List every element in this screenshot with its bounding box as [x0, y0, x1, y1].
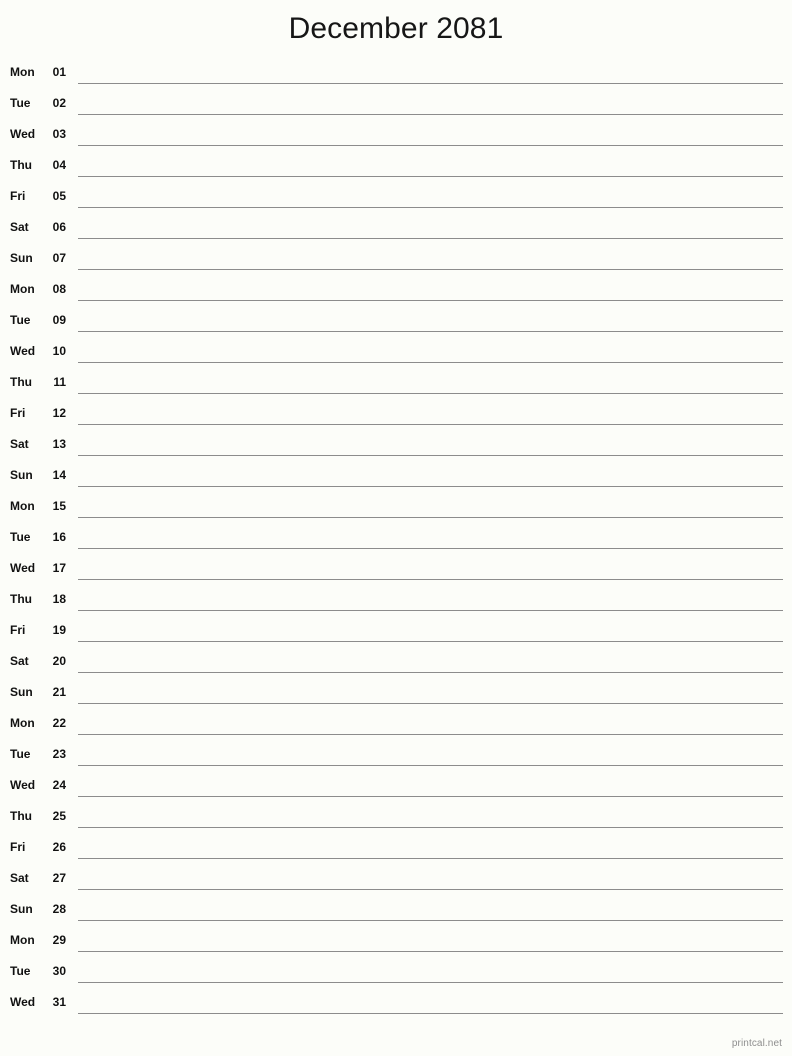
day-number-label: 09	[52, 313, 66, 327]
note-writing-line[interactable]	[78, 269, 783, 270]
table-row[interactable]: Wed 03	[0, 122, 792, 153]
table-row[interactable]: Mon 22	[0, 711, 792, 742]
day-number-label: 25	[52, 809, 66, 823]
table-row[interactable]: Sun 07	[0, 246, 792, 277]
table-row[interactable]: Thu 04	[0, 153, 792, 184]
day-number-label: 10	[52, 344, 66, 358]
table-row[interactable]: Fri 19	[0, 618, 792, 649]
day-number-label: 28	[52, 902, 66, 916]
day-number-label: 11	[53, 375, 66, 389]
note-writing-line[interactable]	[78, 734, 783, 735]
day-number-label: 22	[52, 716, 66, 730]
table-row[interactable]: Mon 15	[0, 494, 792, 525]
table-row[interactable]: Sun 14	[0, 463, 792, 494]
note-writing-line[interactable]	[78, 579, 783, 580]
table-row[interactable]: Sun 28	[0, 897, 792, 928]
table-row[interactable]: Sat 13	[0, 432, 792, 463]
note-writing-line[interactable]	[78, 548, 783, 549]
table-row[interactable]: Sat 20	[0, 649, 792, 680]
note-writing-line[interactable]	[78, 920, 783, 921]
day-number-label: 13	[52, 437, 66, 451]
table-row[interactable]: Wed 31	[0, 990, 792, 1021]
day-number-label: 06	[52, 220, 66, 234]
day-number-label: 20	[52, 654, 66, 668]
note-writing-line[interactable]	[78, 331, 783, 332]
table-row[interactable]: Fri 26	[0, 835, 792, 866]
note-writing-line[interactable]	[78, 393, 783, 394]
note-writing-line[interactable]	[78, 300, 783, 301]
day-row-list: Mon 01 Tue 02 Wed 03 Thu 04 Fri 05 Sat 06 Sun 07 Mon 08…	[0, 60, 792, 1021]
note-writing-line[interactable]	[78, 207, 783, 208]
footer-brand: printcal.net	[731, 1038, 782, 1049]
day-number-label: 24	[52, 778, 66, 792]
day-number-label: 08	[52, 282, 66, 296]
table-row[interactable]: Tue 30	[0, 959, 792, 990]
day-number-label: 31	[52, 995, 66, 1009]
day-number-label: 27	[52, 871, 66, 885]
day-number-label: 23	[52, 747, 66, 761]
note-writing-line[interactable]	[78, 455, 783, 456]
note-writing-line[interactable]	[78, 517, 783, 518]
day-number-label: 14	[52, 468, 66, 482]
day-number-label: 15	[52, 499, 66, 513]
note-writing-line[interactable]	[78, 424, 783, 425]
table-row[interactable]: Tue 02	[0, 91, 792, 122]
table-row[interactable]: Wed 24	[0, 773, 792, 804]
note-writing-line[interactable]	[78, 362, 783, 363]
day-number-label: 04	[52, 158, 66, 172]
table-row[interactable]: Tue 09	[0, 308, 792, 339]
day-number-label: 26	[52, 840, 66, 854]
note-writing-line[interactable]	[78, 238, 783, 239]
table-row[interactable]: Thu 11	[0, 370, 792, 401]
table-row[interactable]: Tue 23	[0, 742, 792, 773]
note-writing-line[interactable]	[78, 83, 783, 84]
note-writing-line[interactable]	[78, 827, 783, 828]
note-writing-line[interactable]	[78, 176, 783, 177]
day-number-label: 16	[52, 530, 66, 544]
table-row[interactable]: Sat 06	[0, 215, 792, 246]
note-writing-line[interactable]	[78, 610, 783, 611]
day-number-label: 21	[52, 685, 66, 699]
day-number-label: 17	[52, 561, 66, 575]
day-number-label: 01	[52, 65, 66, 79]
table-row[interactable]: Tue 16	[0, 525, 792, 556]
day-number-label: 02	[52, 96, 66, 110]
table-row[interactable]: Mon 29	[0, 928, 792, 959]
table-row[interactable]: Thu 18	[0, 587, 792, 618]
table-row[interactable]: Sun 21	[0, 680, 792, 711]
day-number-label: 05	[52, 189, 66, 203]
table-row[interactable]: Sat 27	[0, 866, 792, 897]
table-row[interactable]: Fri 12	[0, 401, 792, 432]
note-writing-line[interactable]	[78, 982, 783, 983]
note-writing-line[interactable]	[78, 858, 783, 859]
table-row[interactable]: Thu 25	[0, 804, 792, 835]
day-number-label: 18	[52, 592, 66, 606]
day-number-label: 30	[52, 964, 66, 978]
table-row[interactable]: Mon 08	[0, 277, 792, 308]
day-number-label: 12	[52, 406, 66, 420]
note-writing-line[interactable]	[78, 672, 783, 673]
page-title: December 2081	[288, 12, 504, 45]
calendar-page: December 2081 Mon 01 Tue 02 Wed 03 Thu 04 Fri 05 S…	[0, 0, 792, 1056]
day-number-label: 03	[52, 127, 66, 141]
day-number-label: 19	[52, 623, 66, 637]
note-writing-line[interactable]	[78, 951, 783, 952]
note-writing-line[interactable]	[78, 765, 783, 766]
table-row[interactable]: Wed 17	[0, 556, 792, 587]
note-writing-line[interactable]	[78, 889, 783, 890]
table-row[interactable]: Mon 01	[0, 60, 792, 91]
note-writing-line[interactable]	[78, 641, 783, 642]
note-writing-line[interactable]	[78, 486, 783, 487]
table-row[interactable]: Wed 10	[0, 339, 792, 370]
note-writing-line[interactable]	[78, 1013, 783, 1014]
note-writing-line[interactable]	[78, 114, 783, 115]
note-writing-line[interactable]	[78, 145, 783, 146]
table-row[interactable]: Fri 05	[0, 184, 792, 215]
day-number-label: 29	[52, 933, 66, 947]
day-number-label: 07	[52, 251, 66, 265]
note-writing-line[interactable]	[78, 796, 783, 797]
note-writing-line[interactable]	[78, 703, 783, 704]
